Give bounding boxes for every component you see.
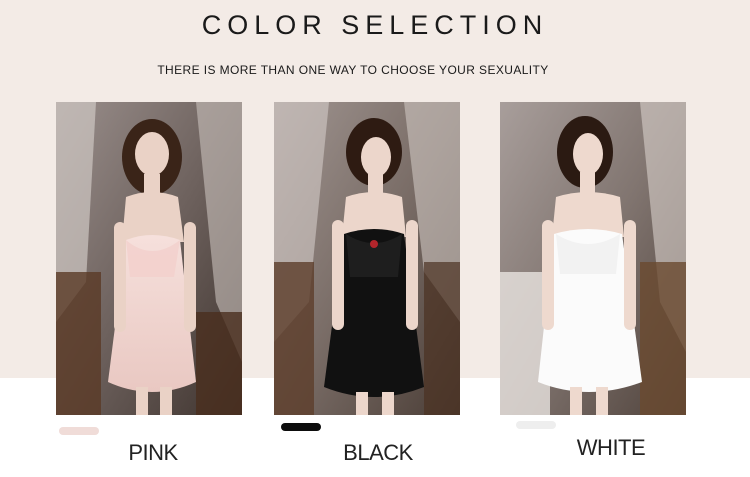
page-subtitle: THERE IS MORE THAN ONE WAY TO CHOOSE YOU…	[157, 63, 549, 77]
swatch-pink[interactable]	[59, 427, 99, 435]
color-label-white: WHITE	[576, 435, 646, 460]
color-label-black: BLACK	[343, 440, 413, 465]
page-title: COLOR SELECTION	[201, 10, 549, 40]
swatch-white[interactable]	[516, 421, 556, 429]
swatch-black[interactable]	[281, 423, 321, 431]
product-photo-black[interactable]	[274, 102, 460, 415]
color-label-pink: PINK	[128, 440, 178, 465]
product-photo-white[interactable]	[500, 102, 686, 415]
product-photo-pink[interactable]	[56, 102, 242, 415]
